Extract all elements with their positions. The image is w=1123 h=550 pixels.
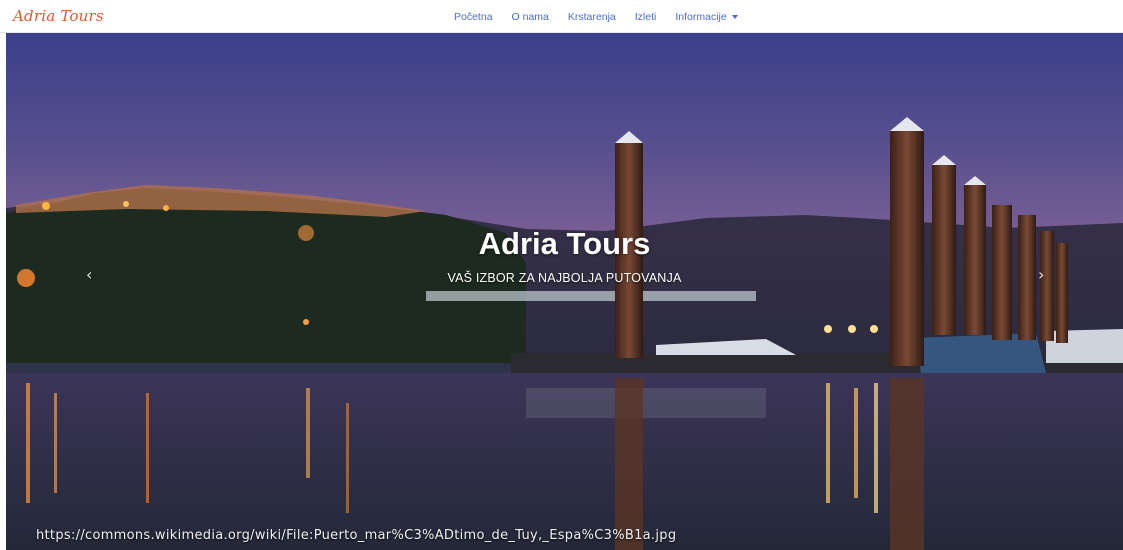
nav-dropdown-informacije[interactable]: Informacije	[675, 10, 738, 23]
harbor-night-photo	[6, 117, 1123, 550]
hero-carousel: Adria Tours VAŠ IZBOR ZA NAJBOLJA PUTOVA…	[6, 33, 1123, 550]
chevron-left-icon: ‹	[86, 265, 93, 284]
nav-menu: Početna O nama Krstarenja Izleti Informa…	[454, 0, 738, 33]
carousel-next-button[interactable]: ›	[1038, 265, 1044, 284]
carousel-title: Adria Tours	[478, 226, 651, 261]
brand-logo[interactable]: Adria Tours	[13, 7, 104, 25]
nav-item-krstarenja[interactable]: Krstarenja	[568, 11, 616, 23]
nav-dropdown-label: Informacije	[675, 10, 727, 23]
top-navbar: Adria Tours Početna O nama Krstarenja Iz…	[0, 0, 1123, 33]
nav-item-pocetna[interactable]: Početna	[454, 11, 493, 23]
nav-item-o-nama[interactable]: O nama	[512, 11, 549, 23]
caret-down-icon	[731, 14, 738, 19]
carousel-prev-button[interactable]: ‹	[86, 265, 92, 284]
chevron-right-icon: ›	[1038, 265, 1045, 284]
nav-item-izleti[interactable]: Izleti	[635, 11, 657, 23]
image-credit: https://commons.wikimedia.org/wiki/File:…	[36, 528, 677, 543]
carousel-subtitle: VAŠ IZBOR ZA NAJBOLJA PUTOVANJA	[447, 271, 682, 285]
